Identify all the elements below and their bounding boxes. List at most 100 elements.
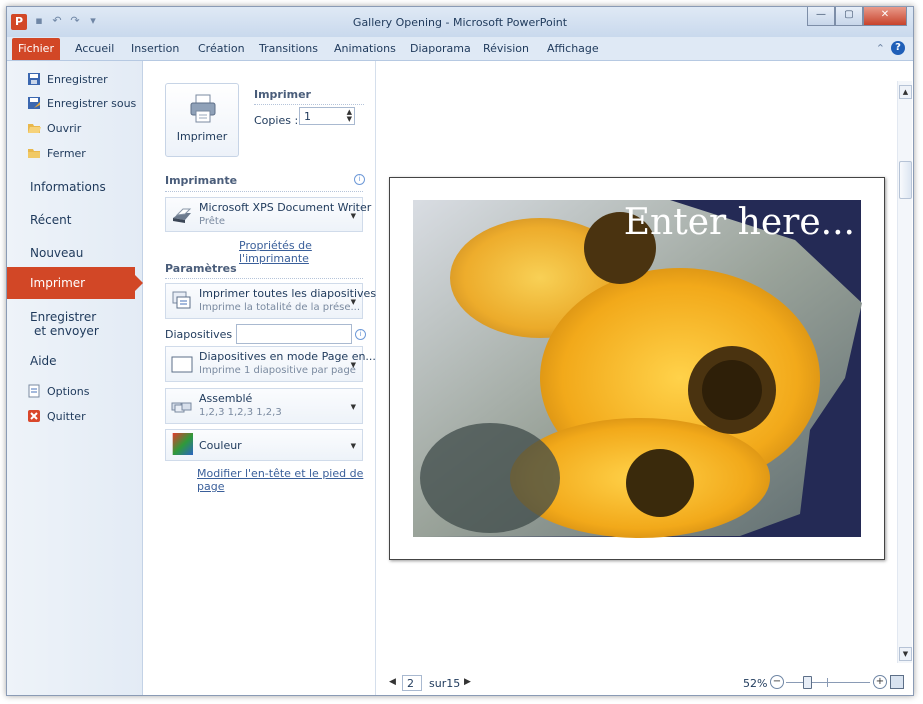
spin-arrows-icon[interactable]: ▲ ▼ — [347, 109, 352, 123]
collate-main: Assemblé — [199, 392, 253, 405]
dropdown-arrow-icon: ▼ — [350, 361, 356, 369]
layout-sub: Imprime 1 diapositive par page — [199, 365, 356, 376]
zoom-in-icon[interactable]: + — [873, 675, 887, 689]
next-page-icon[interactable]: ▶ — [464, 677, 471, 687]
minimize-button[interactable]: — — [807, 7, 835, 26]
divider — [165, 191, 363, 192]
tab-home[interactable]: Accueil — [75, 42, 114, 55]
divider — [165, 278, 363, 279]
print-section-title: Imprimer — [254, 88, 311, 101]
maximize-button[interactable]: ▢ — [835, 7, 863, 26]
close-button[interactable]: ✕ — [863, 7, 907, 26]
sidebar-item-print[interactable]: Imprimer — [7, 267, 143, 299]
divider — [254, 104, 364, 105]
sidebar-item-options[interactable]: Options — [27, 384, 89, 398]
options-icon — [28, 384, 40, 398]
full-page-slide-icon — [171, 356, 193, 373]
sidebar-item-open[interactable]: Ouvrir — [27, 121, 81, 135]
print-range-main: Imprimer toutes les diapositives — [199, 287, 377, 300]
minimize-ribbon-icon[interactable]: ⌃ — [876, 42, 885, 55]
slide-image: Enter here... — [413, 200, 862, 538]
scroll-thumb[interactable] — [899, 161, 912, 199]
print-preview: ▲ ▼ Enter here... ◀ 2 sur15 ▶ 52% − + — [376, 61, 913, 695]
vertical-scrollbar[interactable]: ▲ ▼ — [897, 81, 912, 663]
copies-spinner[interactable]: 1 ▲ ▼ — [299, 107, 355, 125]
print-settings-panel: Imprimer Imprimer Copies : 1 ▲ ▼ Impriman… — [143, 61, 376, 695]
ribbon-help-area: ⌃ ? — [876, 41, 905, 55]
fit-to-window-icon[interactable] — [890, 675, 904, 689]
zoom-level[interactable]: 52% — [743, 677, 767, 690]
tab-transitions[interactable]: Transitions — [259, 42, 318, 55]
zoom-slider-center-tick — [827, 678, 828, 687]
open-folder-icon — [28, 124, 41, 133]
tab-review[interactable]: Révision — [483, 42, 529, 55]
print-range-dropdown[interactable]: Imprimer toutes les diapositives Imprime… — [165, 283, 376, 319]
zoom-slider[interactable] — [786, 682, 870, 683]
window-controls: — ▢ ✕ — [807, 7, 907, 26]
dropdown-arrow-icon: ▼ — [350, 442, 356, 450]
previous-page-icon[interactable]: ◀ — [389, 677, 396, 687]
dropdown-arrow-icon: ▼ — [350, 403, 356, 411]
copies-label: Copies : — [254, 114, 299, 127]
sidebar-item-label: Enregistrer — [47, 72, 108, 86]
tab-design[interactable]: Création — [198, 42, 245, 55]
save-icon — [28, 73, 40, 85]
sidebar-item-save-send[interactable]: Enregistrer et envoyer — [30, 310, 99, 338]
scroll-up-icon[interactable]: ▲ — [899, 85, 912, 99]
page-total: sur15 — [429, 677, 461, 690]
dropdown-arrow-icon: ▼ — [350, 212, 356, 220]
ribbon-tabs: Fichier Accueil Insertion Création Trans… — [7, 37, 913, 61]
sidebar-item-label: et envoyer — [34, 324, 99, 338]
scroll-down-icon[interactable]: ▼ — [899, 647, 912, 661]
sidebar-item-help[interactable]: Aide — [30, 354, 57, 368]
sidebar-item-label: Ouvrir — [47, 121, 82, 135]
window-title: Gallery Opening - Microsoft PowerPoint — [352, 16, 568, 29]
sidebar-item-save[interactable]: Enregistrer — [27, 72, 108, 86]
layout-dropdown[interactable]: Diapositives en mode Page en... Imprime … — [165, 346, 376, 382]
color-main: Couleur — [199, 439, 242, 452]
tab-view[interactable]: Affichage — [547, 42, 599, 55]
preview-navigation: ◀ 2 sur15 ▶ 52% − + — [376, 673, 913, 695]
info-icon[interactable]: i — [355, 329, 366, 340]
sidebar-item-info[interactable]: Informations — [30, 180, 106, 194]
printer-name: Microsoft XPS Document Writer — [199, 201, 372, 214]
collate-icon — [171, 402, 192, 413]
title-bar: P ▪ ↶ ↷ ▾ Gallery Opening - Microsoft Po… — [7, 7, 913, 37]
exit-icon — [28, 410, 40, 422]
layout-main: Diapositives en mode Page en... — [199, 350, 376, 363]
info-icon[interactable]: i — [354, 174, 365, 185]
tab-slideshow[interactable]: Diaporama — [410, 42, 471, 55]
app-window: P ▪ ↶ ↷ ▾ Gallery Opening - Microsoft Po… — [6, 6, 914, 696]
help-icon[interactable]: ? — [891, 41, 905, 55]
color-dropdown[interactable]: Couleur ▼ — [165, 429, 363, 461]
sidebar-item-new[interactable]: Nouveau — [30, 246, 83, 260]
sidebar-item-close[interactable]: Fermer — [27, 146, 86, 160]
tab-insert[interactable]: Insertion — [131, 42, 179, 55]
printer-properties-link[interactable]: Propriétés de l'imprimante — [239, 239, 375, 265]
zoom-out-icon[interactable]: − — [770, 675, 784, 689]
tab-file[interactable]: Fichier — [12, 38, 60, 60]
printer-dropdown[interactable]: Microsoft XPS Document Writer Prête ▼ — [165, 197, 371, 232]
print-button-label: Imprimer — [176, 130, 228, 143]
slides-input[interactable] — [236, 324, 352, 344]
slides-stack-icon — [172, 291, 191, 309]
sidebar-item-label: Enregistrer — [30, 310, 97, 324]
sidebar-item-label: Enregistrer sous — [47, 96, 137, 110]
header-footer-link[interactable]: Modifier l'en-tête et le pied de page — [197, 467, 375, 493]
slide-preview: Enter here... — [389, 177, 885, 560]
collate-sub: 1,2,3 1,2,3 1,2,3 — [199, 407, 282, 418]
sidebar-item-recent[interactable]: Récent — [30, 213, 71, 227]
page-number-input[interactable]: 2 — [402, 675, 422, 691]
sidebar-item-save-as[interactable]: Enregistrer sous — [27, 96, 136, 110]
tab-animations[interactable]: Animations — [334, 42, 396, 55]
collate-dropdown[interactable]: Assemblé 1,2,3 1,2,3 1,2,3 ▼ — [165, 388, 363, 424]
color-palette-icon — [172, 433, 193, 455]
close-folder-icon — [28, 149, 40, 158]
print-button[interactable]: Imprimer — [165, 83, 239, 157]
save-as-icon — [28, 97, 40, 109]
sidebar-item-exit[interactable]: Quitter — [27, 409, 86, 423]
slide-title-text: Enter here... — [624, 202, 855, 243]
zoom-slider-thumb[interactable] — [803, 676, 812, 689]
copies-value: 1 — [304, 110, 311, 123]
printer-icon — [190, 94, 216, 123]
